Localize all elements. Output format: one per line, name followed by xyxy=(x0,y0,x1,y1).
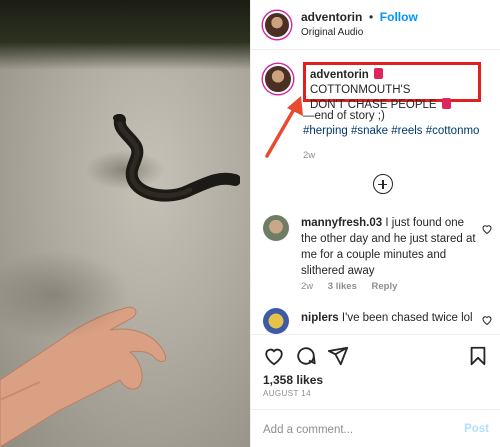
commenter-username[interactable]: niplers xyxy=(301,312,339,324)
instagram-post: adventorin • Follow Original Audio adven… xyxy=(0,0,500,447)
commenter-avatar[interactable] xyxy=(263,308,289,334)
like-count[interactable]: 1,358 likes xyxy=(263,373,323,387)
action-icons xyxy=(263,345,489,369)
post-side-panel: adventorin • Follow Original Audio adven… xyxy=(250,0,500,447)
post-comment-button[interactable]: Post xyxy=(464,423,489,435)
comment-text: I've been chased twice lol xyxy=(341,312,473,324)
siren-icon xyxy=(441,98,451,109)
commenter-username[interactable]: mannyfresh.03 xyxy=(301,217,382,229)
caption-username[interactable]: adventorin xyxy=(310,69,369,81)
comment-time[interactable]: 2w xyxy=(301,281,313,292)
caption-highlight-box: adventorin COTTONMOUTH'S DON'T CHASE PEO… xyxy=(303,62,481,111)
share-icon[interactable] xyxy=(327,345,349,367)
bookmark-icon[interactable] xyxy=(467,345,489,367)
reply-button[interactable]: Reply xyxy=(372,281,398,292)
comment-text-block: niplers I've been chased twice lol xyxy=(301,310,479,326)
caption-time[interactable]: 2w xyxy=(303,150,315,161)
comment-likes[interactable]: 3 likes xyxy=(328,281,357,292)
audio-link[interactable]: Original Audio xyxy=(301,25,418,40)
separator-dot: • xyxy=(368,10,374,24)
post-date[interactable]: AUGUST 14 xyxy=(263,389,311,398)
author-avatar[interactable] xyxy=(263,10,291,39)
post-actions: 1,358 likes AUGUST 14 Post xyxy=(251,334,500,447)
comment-icon[interactable] xyxy=(295,345,317,367)
load-more-comments-icon[interactable] xyxy=(373,174,393,194)
add-comment-input[interactable] xyxy=(263,421,443,439)
post-video[interactable] xyxy=(0,0,250,447)
like-heart-icon[interactable] xyxy=(263,345,285,367)
hand-image xyxy=(0,306,167,447)
author-username[interactable]: adventorin xyxy=(301,10,362,24)
post-header-text: adventorin • Follow Original Audio xyxy=(301,9,418,40)
caption-avatar[interactable] xyxy=(263,64,293,94)
siren-icon xyxy=(374,68,383,79)
post-header: adventorin • Follow Original Audio xyxy=(251,0,500,50)
heart-icon[interactable] xyxy=(481,314,493,326)
comment-item: niplers I've been chased twice lol xyxy=(263,308,493,334)
snake-image xyxy=(113,114,240,202)
comment-item: mannyfresh.03 I just found one the other… xyxy=(263,215,493,295)
commenter-avatar[interactable] xyxy=(263,215,289,241)
caption-body: —end of story ;) xyxy=(303,110,385,122)
heart-icon[interactable] xyxy=(481,223,493,235)
follow-button[interactable]: Follow xyxy=(380,10,418,24)
caption-hashtags[interactable]: #herping #snake #reels #cottonmo xyxy=(303,125,479,137)
comment-meta: 2w 3 likes Reply xyxy=(301,281,409,292)
add-comment-row: Post xyxy=(251,409,500,447)
annotation-arrow xyxy=(265,96,303,158)
caption-text-line1: COTTONMOUTH'S xyxy=(310,84,411,96)
comment-text-block: mannyfresh.03 I just found one the other… xyxy=(301,215,479,279)
